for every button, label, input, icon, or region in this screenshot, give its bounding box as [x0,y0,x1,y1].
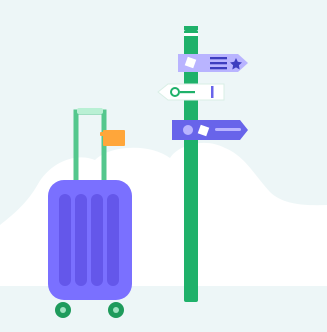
suitcase-stripe [91,194,103,286]
sign-bottom [172,120,248,140]
travel-illustration [0,0,327,332]
signpost-cap-top [184,26,198,30]
sign-bottom-bar [215,128,241,131]
suitcase-handle-grip [77,108,103,114]
suitcase-stripe [75,194,87,286]
suitcase-wheel-right-hub [113,307,119,313]
sign-middle-divider [211,86,214,98]
sign-middle [157,83,225,101]
suitcase-stripe [59,194,71,286]
suitcase-stripe [107,194,119,286]
suitcase-wheel-left-hub [60,307,66,313]
circle-icon [183,125,193,135]
list-icon [210,57,227,70]
luggage-tag-icon [100,130,125,146]
sign-top [178,54,248,72]
illustration-canvas [0,0,327,332]
signpost-cap-gap [184,33,198,36]
ground-strip [0,286,327,332]
